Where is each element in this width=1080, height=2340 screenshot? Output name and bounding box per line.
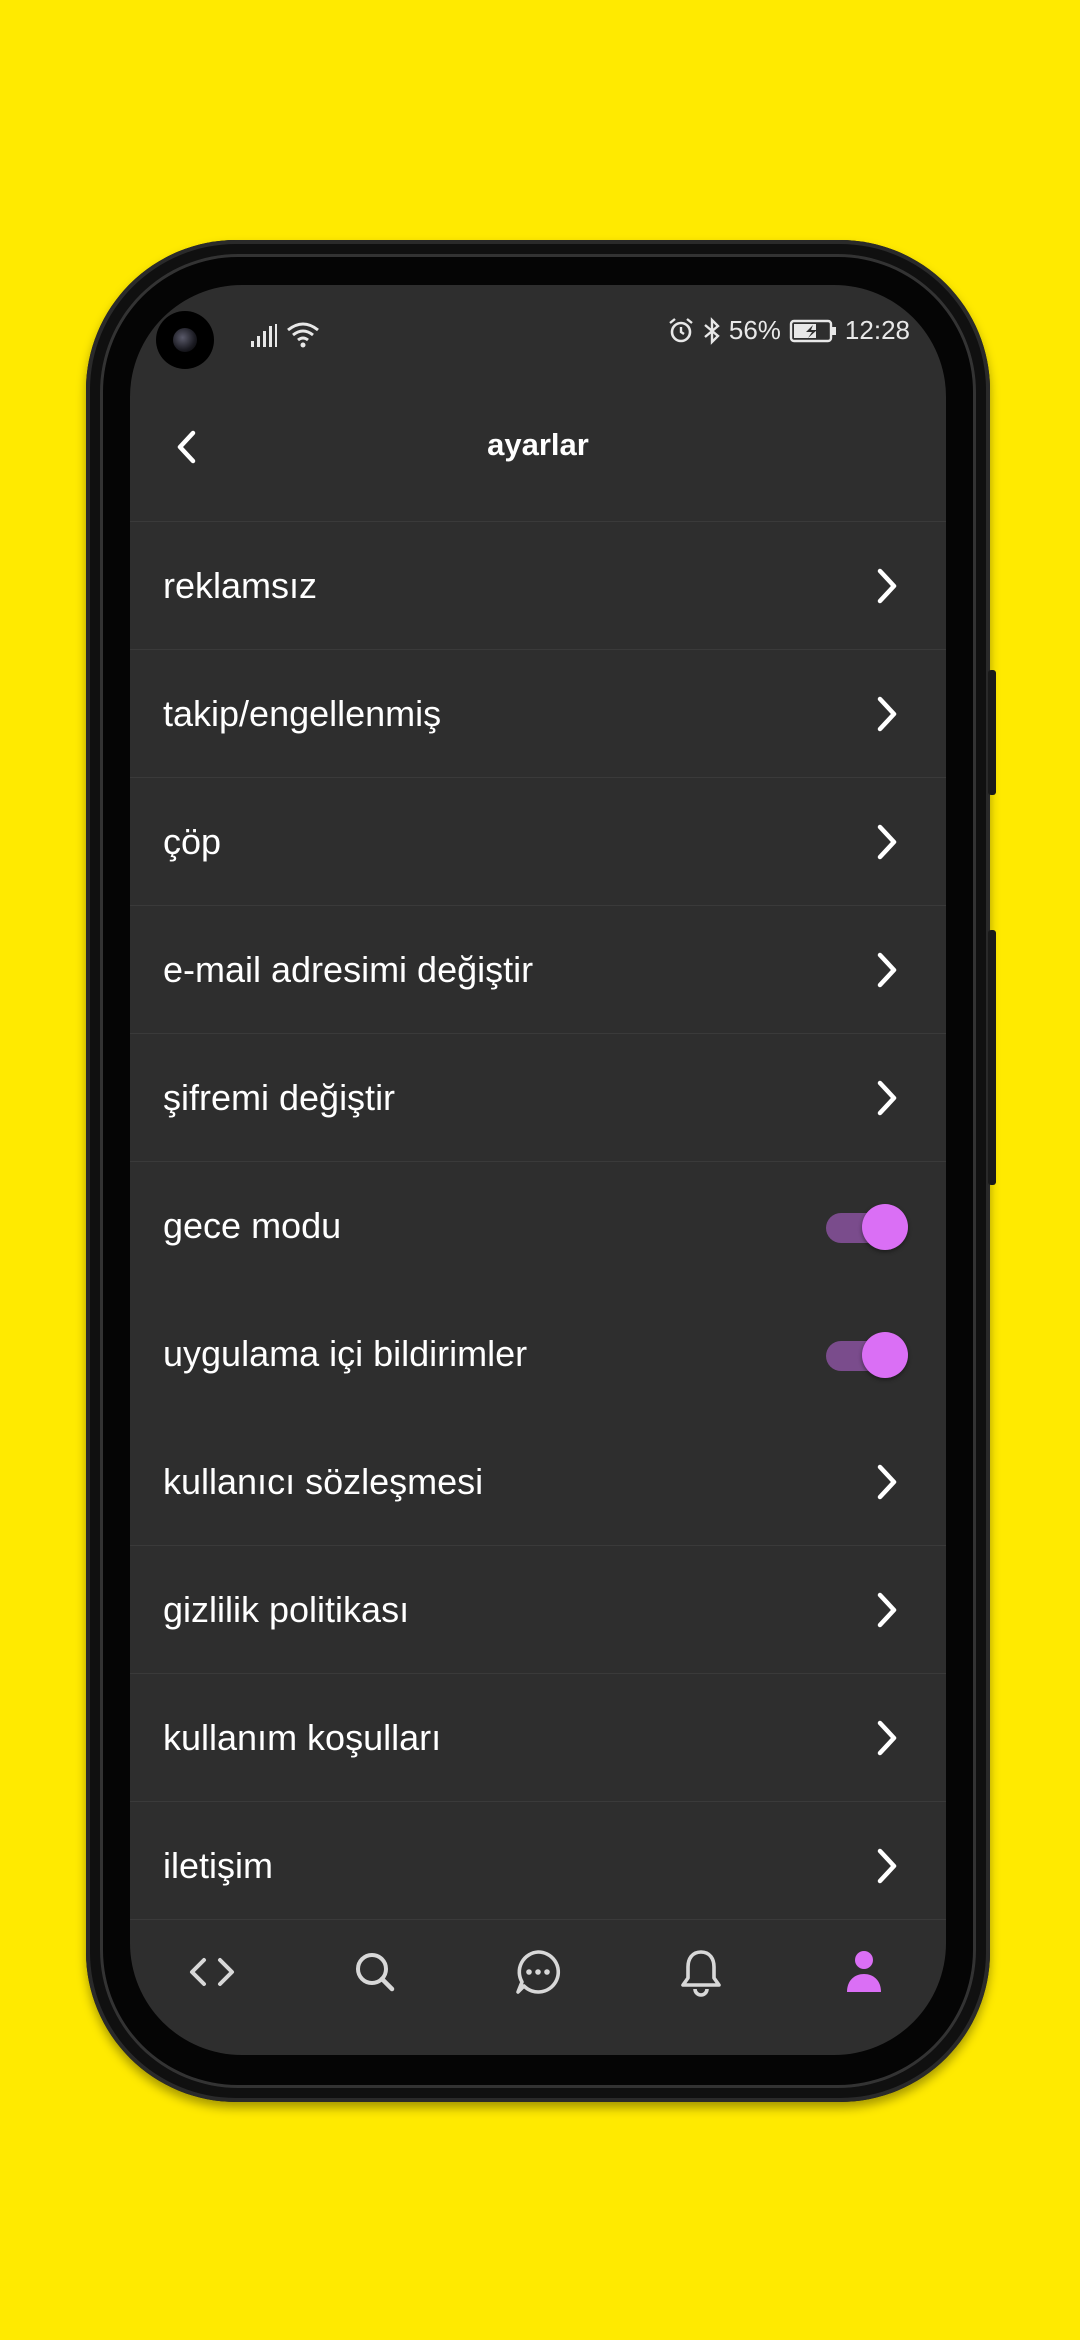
alarm-icon — [669, 317, 693, 342]
menu-item-label: kullanım koşulları — [163, 1716, 442, 1758]
menu-item-takip-engellenmis[interactable]: takip/engellenmiş — [130, 649, 946, 777]
menu-item-label: kullanıcı sözleşmesi — [163, 1460, 484, 1502]
menu-item-contact[interactable]: iletişim — [130, 1801, 946, 1929]
menu-item-privacy-policy[interactable]: gizlilik politikası — [130, 1545, 946, 1673]
front-camera — [156, 311, 214, 369]
status-time: 12:28 — [844, 315, 910, 345]
nav-notifications[interactable] — [661, 1942, 741, 2002]
menu-item-in-app-notifications: uygulama içi bildirimler — [130, 1289, 946, 1417]
menu-item-label: e-mail adresimi değiştir — [163, 948, 534, 990]
signal-icon — [251, 324, 277, 347]
nav-messages[interactable] — [498, 1942, 578, 2002]
nav-profile[interactable] — [824, 1942, 904, 2002]
menu-item-label: uygulama içi bildirimler — [163, 1332, 528, 1374]
battery-percent: 56% — [728, 315, 781, 345]
chevron-right-icon — [877, 952, 897, 987]
toggle-knob — [862, 1203, 908, 1250]
menu-item-reklamsiz[interactable]: reklamsız — [130, 521, 946, 649]
app-header: ayarlar — [130, 397, 946, 497]
menu-item-label: çöp — [163, 820, 222, 862]
menu-item-cop[interactable]: çöp — [130, 777, 946, 905]
menu-item-label: takip/engellenmiş — [163, 692, 442, 734]
chevron-right-icon — [877, 1592, 897, 1627]
app-screen: 56% 12:28 ayarlar reklamsız takip/engell… — [130, 285, 946, 2055]
nav-code[interactable] — [172, 1942, 252, 2002]
night-mode-toggle[interactable] — [826, 1201, 912, 1251]
settings-menu: reklamsız takip/engellenmiş çöp e-mail a… — [130, 521, 946, 1929]
menu-item-label: reklamsız — [163, 564, 318, 606]
toggle-knob — [862, 1331, 908, 1378]
battery-charging-icon — [789, 319, 836, 342]
chevron-right-icon — [877, 696, 897, 731]
chevron-right-icon — [877, 1080, 897, 1115]
power-button — [988, 930, 996, 1185]
menu-item-user-agreement[interactable]: kullanıcı sözleşmesi — [130, 1417, 946, 1545]
status-bar-right: 56% 12:28 — [667, 315, 910, 346]
chat-icon — [516, 1950, 561, 1994]
code-icon — [189, 1958, 234, 1986]
chevron-right-icon — [877, 824, 897, 859]
bottom-nav — [130, 1919, 946, 2055]
chevron-right-icon — [877, 1848, 897, 1883]
bell-icon — [681, 1950, 721, 1997]
status-bar-left — [250, 313, 320, 349]
chevron-right-icon — [877, 1464, 897, 1499]
volume-button — [988, 670, 996, 795]
in-app-notifications-toggle[interactable] — [826, 1329, 912, 1379]
menu-item-label: gizlilik politikası — [163, 1588, 410, 1630]
menu-item-email-change[interactable]: e-mail adresimi değiştir — [130, 905, 946, 1033]
menu-item-terms-of-use[interactable]: kullanım koşulları — [130, 1673, 946, 1801]
search-icon — [355, 1953, 395, 1992]
chevron-right-icon — [877, 568, 897, 603]
wifi-icon — [287, 322, 319, 348]
menu-item-label: şifremi değiştir — [163, 1076, 396, 1118]
bluetooth-icon — [704, 316, 720, 345]
menu-item-night-mode: gece modu — [130, 1161, 946, 1289]
menu-item-label: iletişim — [163, 1844, 274, 1886]
chevron-right-icon — [877, 1720, 897, 1755]
profile-icon — [847, 1951, 882, 1992]
page-title: ayarlar — [487, 427, 589, 462]
nav-search[interactable] — [335, 1942, 415, 2002]
menu-item-label: gece modu — [163, 1204, 342, 1246]
menu-item-password-change[interactable]: şifremi değiştir — [130, 1033, 946, 1161]
